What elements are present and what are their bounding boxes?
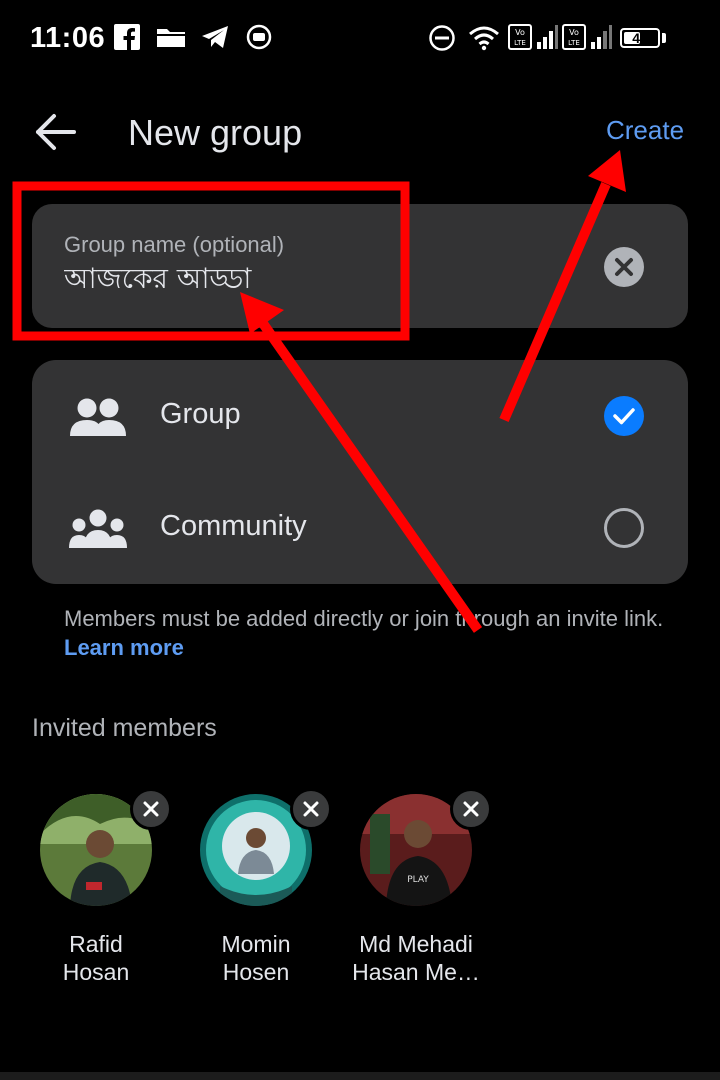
signal-icon	[537, 25, 558, 49]
member-name-line2: Hasan Me…	[352, 959, 480, 985]
member-item: Rafid Hosan	[16, 788, 176, 1000]
option-community-radio[interactable]	[604, 508, 644, 548]
group-icon	[70, 398, 126, 436]
option-community[interactable]: Community	[32, 472, 688, 584]
member-name: Rafid Hosan	[16, 930, 176, 986]
svg-text:Vo: Vo	[515, 28, 525, 37]
member-name-line1: Md Mehadi	[359, 931, 473, 957]
create-button[interactable]: Create	[606, 115, 684, 146]
battery-icon: 49	[620, 28, 660, 48]
member-name: Momin Hosen	[176, 930, 336, 986]
do-not-disturb-icon	[429, 25, 455, 51]
folder-icon	[157, 29, 185, 47]
close-icon	[615, 258, 633, 276]
facebook-icon	[114, 24, 140, 50]
close-icon	[463, 801, 479, 817]
battery-tip	[662, 33, 666, 43]
option-community-label: Community	[160, 510, 307, 542]
hint-body: Members must be added directly or join t…	[64, 606, 664, 631]
record-icon	[246, 24, 272, 50]
svg-text:PLAY: PLAY	[407, 875, 429, 885]
member-item: PLAY Md Mehadi Hasan Me…	[336, 788, 496, 1000]
member-name-line2: Hosan	[62, 959, 130, 985]
svg-text:LTE: LTE	[568, 39, 580, 47]
remove-member-button[interactable]	[290, 788, 332, 830]
group-name-label: Group name (optional)	[64, 232, 285, 257]
close-icon	[303, 801, 319, 817]
member-name: Md Mehadi Hasan Me…	[336, 930, 496, 986]
community-icon	[69, 509, 127, 548]
member-name-line2: Hosen	[222, 959, 290, 985]
option-group-radio[interactable]	[604, 396, 644, 436]
option-group[interactable]: Group	[32, 360, 688, 472]
svg-text:Vo: Vo	[569, 28, 579, 37]
remove-member-button[interactable]	[450, 788, 492, 830]
checkmark-icon	[613, 408, 635, 425]
remove-member-button[interactable]	[130, 788, 172, 830]
clear-button[interactable]	[604, 247, 644, 287]
hint-text: Members must be added directly or join t…	[64, 604, 664, 662]
learn-more-link[interactable]: Learn more	[64, 635, 184, 660]
wifi-icon	[469, 26, 499, 51]
page-title: New group	[128, 112, 303, 153]
member-name-line1: Momin	[221, 931, 291, 957]
back-button[interactable]	[28, 108, 84, 156]
navigation-bar	[0, 1072, 720, 1080]
telegram-icon	[202, 26, 228, 48]
volte-icon: Vo LTE	[562, 24, 586, 50]
svg-text:LTE: LTE	[514, 39, 526, 47]
volte-icon: Vo LTE	[508, 24, 532, 50]
battery-percent: 49	[632, 30, 648, 46]
signal-icon	[591, 25, 612, 49]
invited-members-title: Invited members	[32, 714, 217, 742]
member-name-line1: Rafid	[69, 931, 123, 957]
group-name-input[interactable]	[64, 264, 584, 297]
status-bar: 11:06 Vo LTE Vo LTE 49	[0, 0, 720, 78]
back-arrow-icon	[36, 114, 76, 150]
member-item: Momin Hosen	[176, 788, 336, 1000]
option-group-label: Group	[160, 398, 241, 430]
close-icon	[143, 801, 159, 817]
status-time: 11:06	[30, 22, 106, 54]
group-name-field[interactable]: Group name (optional)	[32, 204, 688, 328]
group-type-card: Group Community	[32, 360, 688, 584]
